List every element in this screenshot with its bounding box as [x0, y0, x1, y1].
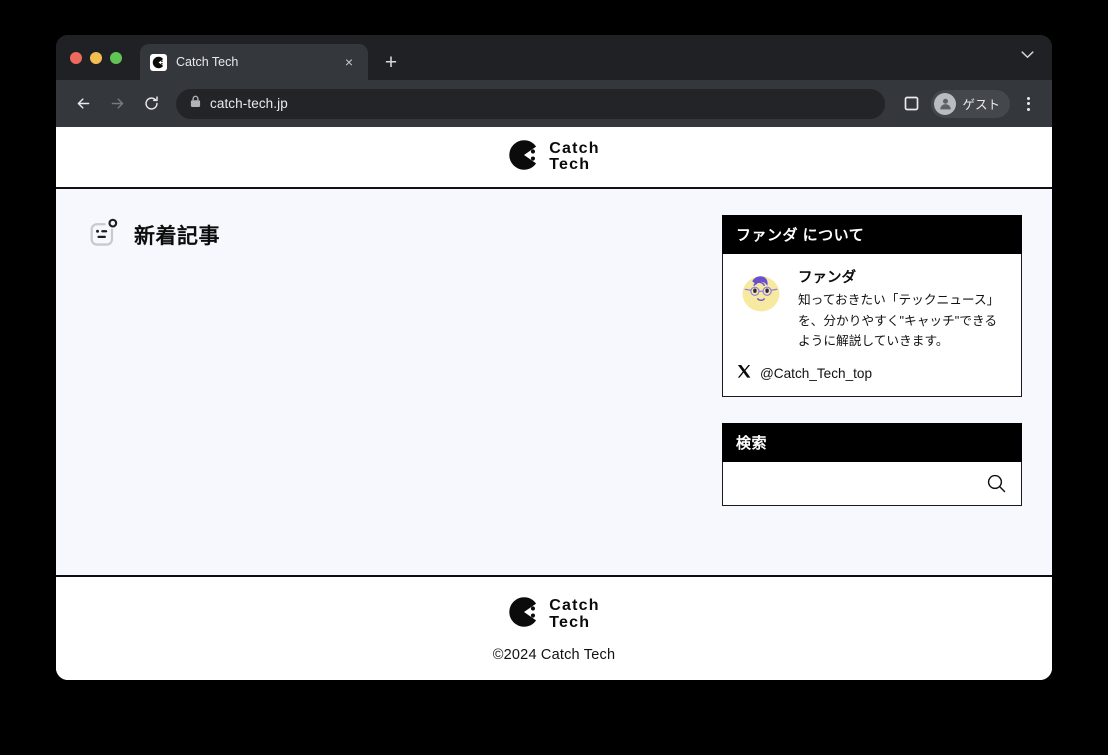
content-region: 新着記事 ファンダ について ファンダ 知っておきたい「テックニュース」を、分か…: [56, 189, 1052, 577]
fanda-character-avatar-icon: [737, 266, 785, 352]
page-title: 新着記事: [134, 224, 220, 248]
sidebar: ファンダ について ファンダ 知っておきたい「テックニュース」を、分かりやすく"…: [722, 215, 1022, 575]
browser-tab[interactable]: Catch Tech ×: [140, 44, 368, 80]
browser-window: Catch Tech × + catch-tech.jp ゲスト Catch T…: [56, 35, 1052, 680]
x-twitter-icon: [737, 364, 752, 384]
main-column: 新着記事: [86, 215, 702, 575]
browser-toolbar: catch-tech.jp ゲスト: [56, 80, 1052, 127]
profile-button[interactable]: ゲスト: [931, 89, 1010, 118]
new-articles-section-header: 新着記事: [86, 215, 702, 254]
search-widget-heading: 検索: [722, 422, 1022, 462]
footer-logo-line-catch: Catch: [549, 597, 600, 615]
search-widget: 検索: [722, 422, 1022, 506]
site-header: Catch Tech: [56, 127, 1052, 189]
footer-logo[interactable]: Catch Tech: [508, 596, 599, 633]
chevron-down-icon[interactable]: [1021, 47, 1034, 62]
avatar: [934, 92, 957, 115]
page-viewport: Catch Tech 新着記事 ファンダ について ファンダ 知っておきたい「テ…: [56, 127, 1052, 680]
author-text: ファンダ 知っておきたい「テックニュース」を、分かりやすく"キャッチ"できるよう…: [798, 266, 1007, 352]
catch-tech-favicon-icon: [150, 53, 167, 71]
pacman-logo-mark-icon: [508, 596, 540, 633]
forward-arrow-icon[interactable]: [102, 89, 132, 119]
site-logo[interactable]: Catch Tech: [508, 139, 599, 176]
profile-label: ゲスト: [962, 98, 1000, 112]
close-tab-button[interactable]: ×: [340, 53, 358, 71]
three-dot-menu-icon[interactable]: [1016, 96, 1040, 111]
author-name: ファンダ: [798, 270, 856, 286]
close-window-button[interactable]: [70, 51, 82, 64]
back-arrow-icon[interactable]: [68, 89, 98, 119]
minimize-window-button[interactable]: [90, 51, 102, 64]
site-footer: Catch Tech ©2024 Catch Tech: [56, 577, 1052, 680]
footer-logo-line-tech: Tech: [549, 613, 591, 631]
new-article-icon: [86, 215, 120, 254]
reload-icon[interactable]: [136, 89, 166, 119]
about-widget-body: ファンダ 知っておきたい「テックニュース」を、分かりやすく"キャッチ"できるよう…: [722, 254, 1022, 397]
logo-line-tech: Tech: [549, 156, 591, 173]
footer-logo-wordmark: Catch Tech: [549, 597, 600, 631]
social-link-x[interactable]: @Catch_Tech_top: [737, 364, 1007, 386]
author-bio: 知っておきたい「テックニュース」を、分かりやすく"キャッチ"できるように解説して…: [798, 293, 1000, 349]
logo-wordmark: Catch Tech: [549, 139, 600, 174]
logo-line-catch: Catch: [549, 139, 600, 157]
pacman-logo-mark-icon: [508, 139, 540, 176]
search-widget-body: [722, 461, 1022, 506]
tab-title: Catch Tech: [176, 55, 239, 69]
lock-icon: [190, 95, 201, 113]
author-profile: ファンダ 知っておきたい「テックニュース」を、分かりやすく"キャッチ"できるよう…: [737, 266, 1007, 352]
address-bar-url: catch-tech.jp: [210, 96, 288, 111]
search-icon[interactable]: [983, 470, 1009, 496]
tab-strip: Catch Tech × +: [56, 35, 1052, 80]
address-bar[interactable]: catch-tech.jp: [176, 88, 886, 119]
about-widget-heading: ファンダ について: [722, 215, 1022, 254]
window-controls: [70, 35, 140, 80]
about-widget: ファンダ について ファンダ 知っておきたい「テックニュース」を、分かりやすく"…: [722, 215, 1022, 397]
search-input[interactable]: [735, 475, 983, 491]
copyright-text: ©2024 Catch Tech: [492, 647, 616, 663]
social-handle-text: @Catch_Tech_top: [760, 366, 873, 382]
maximize-window-button[interactable]: [110, 51, 122, 64]
split-screen-icon[interactable]: [897, 90, 925, 118]
new-tab-button[interactable]: +: [376, 44, 406, 80]
